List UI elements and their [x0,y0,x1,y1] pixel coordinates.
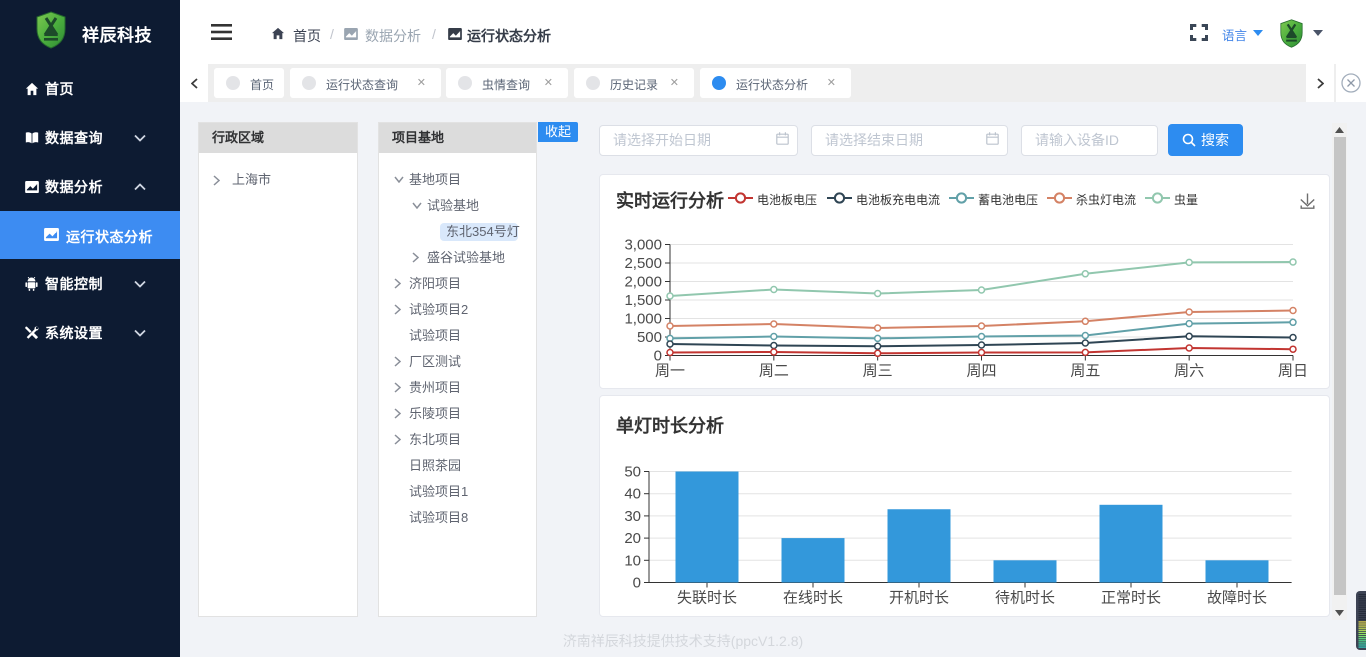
svg-text:50: 50 [624,464,641,481]
svg-text:40: 40 [624,486,641,503]
svg-text:正常时长: 正常时长 [1101,590,1161,607]
svg-text:周二: 周二 [759,363,789,380]
svg-text:3,000: 3,000 [624,237,662,254]
svg-text:周四: 周四 [966,363,996,380]
svg-text:1,000: 1,000 [624,311,662,328]
svg-text:2,000: 2,000 [624,274,662,291]
svg-text:周三: 周三 [863,363,893,380]
svg-text:故障时长: 故障时长 [1207,589,1267,607]
svg-text:周五: 周五 [1070,363,1100,380]
svg-text:500: 500 [637,329,662,346]
svg-text:在线时长: 在线时长 [783,590,843,607]
svg-text:待机时长: 待机时长 [995,590,1055,607]
svg-text:20: 20 [624,530,641,547]
svg-text:周日: 周日 [1278,363,1308,380]
svg-text:30: 30 [624,508,641,525]
svg-text:周一: 周一 [655,363,685,380]
svg-text:2,500: 2,500 [624,255,662,272]
svg-text:失联时长: 失联时长 [677,590,737,607]
svg-text:0: 0 [633,575,641,592]
svg-text:1,500: 1,500 [624,292,662,309]
svg-text:开机时长: 开机时长 [889,590,949,607]
svg-text:10: 10 [624,552,641,569]
svg-text:周六: 周六 [1174,363,1204,380]
